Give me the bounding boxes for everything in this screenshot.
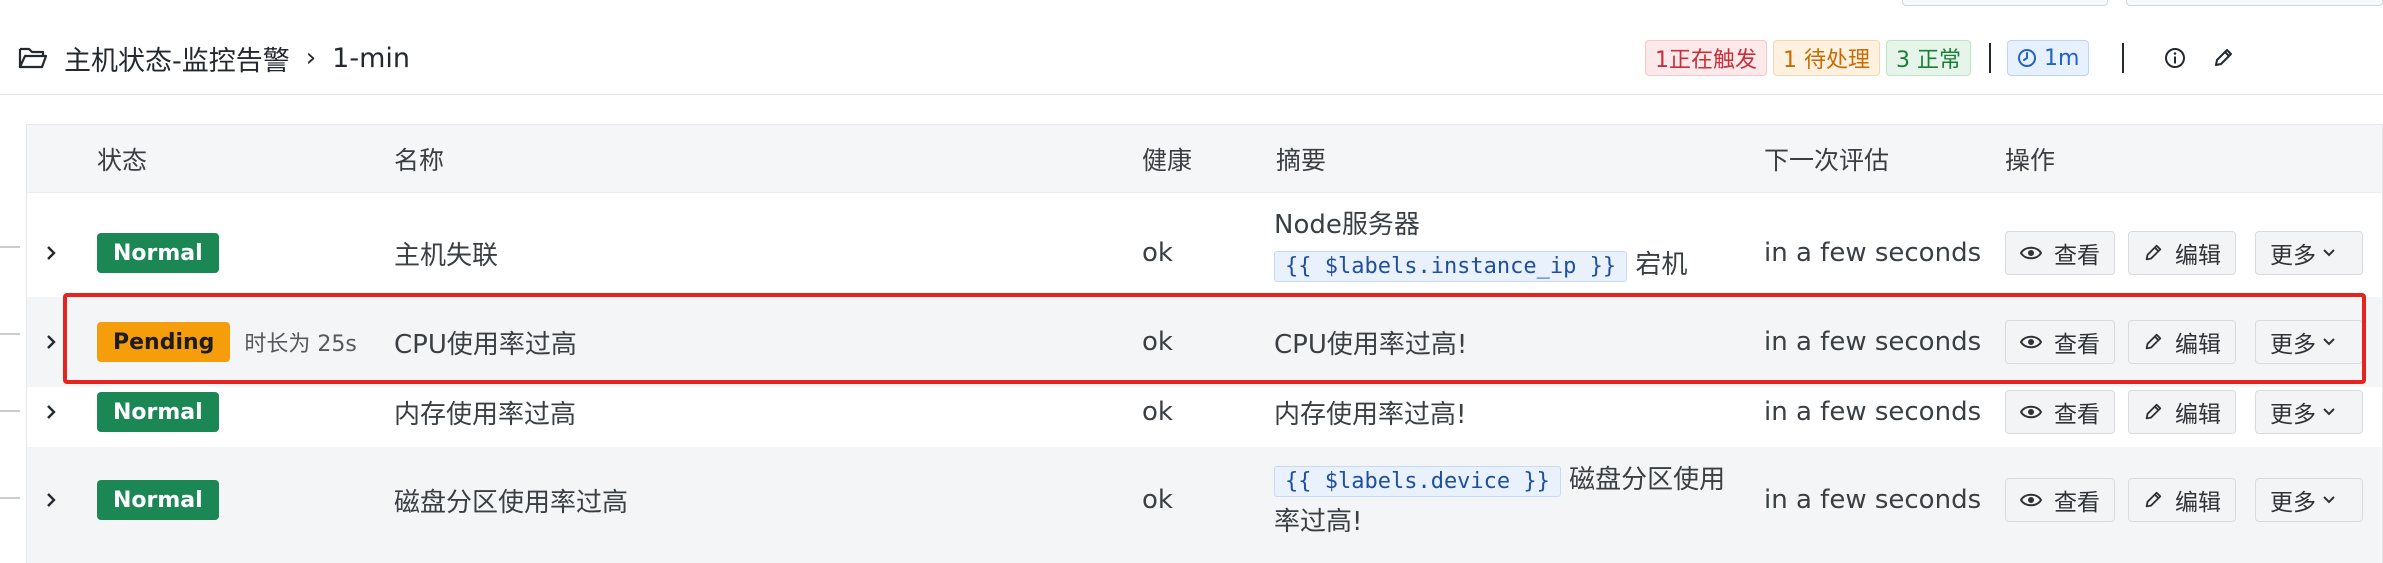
pencil-icon	[2145, 244, 2162, 261]
state-cell: Normal	[97, 480, 219, 520]
tree-connector	[0, 246, 20, 248]
state-cell: Pending 时长为 25s	[97, 322, 357, 362]
pending-count-badge[interactable]: 1 待处理	[1773, 40, 1880, 76]
folder-open-icon	[18, 42, 50, 74]
table-row: Normal 磁盘分区使用率过高 ok {{ $labels.device }}…	[27, 447, 2382, 563]
divider	[1989, 43, 1991, 73]
interval-value: 1m	[2044, 45, 2080, 71]
chevron-down-icon	[2323, 249, 2335, 257]
rule-name[interactable]: 主机失联	[394, 233, 498, 273]
rule-name[interactable]: CPU使用率过高	[394, 322, 577, 362]
next-eval-value: in a few seconds	[1764, 397, 1982, 427]
edit-button[interactable]: 编辑	[2128, 390, 2236, 434]
breadcrumb-parent[interactable]: 主机状态-监控告警	[64, 39, 290, 78]
table-row: Pending 时长为 25s CPU使用率过高 ok CPU使用率过高! in…	[27, 297, 2382, 387]
pencil-icon[interactable]	[2210, 45, 2236, 71]
summary-template-code: {{ $labels.device }}	[1274, 466, 1561, 497]
view-button[interactable]: 查看	[2005, 231, 2115, 275]
eye-icon	[2020, 246, 2042, 260]
next-eval-value: in a few seconds	[1764, 485, 1982, 515]
summary-suffix: 宕机	[1635, 250, 1688, 280]
summary-text: 内存使用率过高!	[1274, 399, 1467, 430]
summary-cell: Node服务器 {{ $labels.instance_ip }} 宕机	[1274, 205, 1687, 287]
column-header-next-eval: 下一次评估	[1764, 146, 1890, 175]
summary-suffix: 磁盘分区使用	[1569, 465, 1726, 495]
clock-icon	[2018, 49, 2036, 67]
health-value: ok	[1142, 238, 1173, 268]
divider	[2122, 43, 2125, 73]
edit-button[interactable]: 编辑	[2128, 478, 2236, 522]
firing-count-badge[interactable]: 1正在触发	[1645, 40, 1767, 76]
state-cell: Normal	[97, 392, 219, 432]
more-dropdown-button[interactable]: 更多	[2255, 231, 2363, 275]
health-value: ok	[1142, 397, 1173, 427]
expand-chevron-icon[interactable]	[41, 332, 61, 352]
state-cell: Normal	[97, 233, 219, 273]
next-eval-value: in a few seconds	[1764, 327, 1982, 357]
chevron-down-icon	[2323, 496, 2335, 504]
breadcrumb: 主机状态-监控告警 › 1-min	[18, 38, 410, 78]
rule-name[interactable]: 磁盘分区使用率过高	[394, 480, 628, 520]
state-badge: Normal	[97, 480, 219, 520]
eye-icon	[2020, 405, 2042, 419]
more-dropdown-button[interactable]: 更多	[2255, 478, 2363, 522]
next-eval-value: in a few seconds	[1764, 238, 1982, 268]
pencil-icon	[2145, 491, 2162, 508]
health-value: ok	[1142, 485, 1173, 515]
more-dropdown-button[interactable]: 更多	[2255, 320, 2363, 364]
table-header: 状态 名称 健康 摘要 下一次评估 操作	[27, 125, 2382, 193]
state-badge: Pending	[97, 322, 231, 362]
chevron-down-icon	[2323, 408, 2335, 416]
rules-table: 状态 名称 健康 摘要 下一次评估 操作 Normal 主机失联 ok Node…	[26, 124, 2383, 563]
view-button[interactable]: 查看	[2005, 478, 2115, 522]
view-button[interactable]: 查看	[2005, 320, 2115, 364]
edit-button[interactable]: 编辑	[2128, 231, 2236, 275]
more-dropdown-button[interactable]: 更多	[2255, 390, 2363, 434]
evaluation-interval-badge: 1m	[2007, 40, 2090, 76]
edit-button[interactable]: 编辑	[2128, 320, 2236, 364]
summary-text: Node服务器	[1274, 210, 1420, 240]
health-value: ok	[1142, 327, 1173, 357]
normal-count-badge[interactable]: 3 正常	[1886, 40, 1971, 76]
status-summary: 1正在触发 1 待处理 3 正常 1m	[1645, 38, 2258, 78]
summary-line-2: 率过高!	[1274, 507, 1363, 537]
table-row: Normal 主机失联 ok Node服务器 {{ $labels.instan…	[27, 193, 2382, 313]
column-header-name: 名称	[394, 146, 445, 175]
tree-connector	[0, 333, 20, 335]
pending-duration: 时长为 25s	[244, 332, 357, 357]
view-button[interactable]: 查看	[2005, 390, 2115, 434]
state-badge: Normal	[97, 233, 219, 273]
info-icon[interactable]	[2162, 45, 2188, 71]
tree-connector	[0, 497, 20, 499]
tree-connector	[0, 410, 20, 412]
eye-icon	[2020, 335, 2042, 349]
summary-template-code: {{ $labels.instance_ip }}	[1274, 251, 1628, 282]
pencil-icon	[2145, 333, 2162, 350]
column-header-summary: 摘要	[1276, 146, 1327, 175]
group-header: 主机状态-监控告警 › 1-min 1正在触发 1 待处理 3 正常 1m	[0, 0, 2383, 95]
state-badge: Normal	[97, 392, 219, 432]
pencil-icon	[2145, 403, 2162, 420]
eye-icon	[2020, 493, 2042, 507]
breadcrumb-separator: ›	[305, 43, 317, 73]
summary-text: CPU使用率过高!	[1274, 329, 1468, 360]
column-header-state: 状态	[97, 146, 148, 175]
column-header-health: 健康	[1142, 146, 1193, 175]
expand-chevron-icon[interactable]	[41, 243, 61, 263]
chevron-down-icon	[2323, 338, 2335, 346]
column-header-actions: 操作	[2005, 146, 2056, 175]
expand-chevron-icon[interactable]	[41, 402, 61, 422]
expand-chevron-icon[interactable]	[41, 490, 61, 510]
rule-name[interactable]: 内存使用率过高	[394, 392, 576, 432]
breadcrumb-current: 1-min	[332, 42, 410, 74]
summary-cell: {{ $labels.device }} 磁盘分区使用 率过高!	[1274, 460, 1725, 542]
